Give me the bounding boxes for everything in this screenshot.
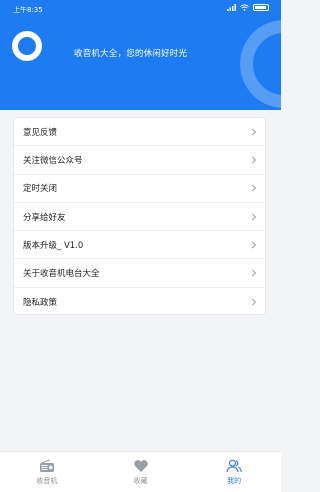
tab-label: 收藏 xyxy=(133,477,148,485)
menu-item-label: 分享给好友 xyxy=(23,212,66,223)
menu-item-label: 意见反馈 xyxy=(23,127,58,138)
profile-header: 上午8:35 收音机大全，您的休闲好时光 xyxy=(0,0,281,110)
tab-label: 收音机 xyxy=(36,477,58,485)
chevron-right-icon xyxy=(248,128,257,136)
chevron-right-icon xyxy=(248,212,257,221)
radio-icon xyxy=(39,458,55,472)
menu-item-share[interactable]: 分享给好友 xyxy=(14,203,265,232)
app-logo-icon xyxy=(12,31,42,61)
menu-item-version-upgrade[interactable]: 版本升级_ V1.0 xyxy=(14,231,265,260)
menu-item-follow-wechat[interactable]: 关注微信公众号 xyxy=(14,146,265,175)
menu-item-about[interactable]: 关于收音机电台大全 xyxy=(14,259,265,288)
signal-icon xyxy=(227,4,236,11)
menu-item-feedback[interactable]: 意见反馈 xyxy=(14,118,265,147)
tab-radio[interactable]: 收音机 xyxy=(0,452,94,492)
header-slogan: 收音机大全，您的休闲好时光 xyxy=(74,49,188,59)
tab-mine[interactable]: 我的 xyxy=(187,452,281,492)
chevron-right-icon xyxy=(248,241,257,249)
tab-label: 我的 xyxy=(227,477,242,485)
menu-item-label: 隐私政策 xyxy=(23,297,58,308)
status-time: 上午8:35 xyxy=(13,6,43,14)
menu-item-label: 定时关闭 xyxy=(23,184,58,195)
decorative-ring xyxy=(240,20,281,108)
chevron-right-icon xyxy=(248,269,257,277)
status-icons xyxy=(227,4,269,11)
menu-item-label: 版本升级_ V1.0 xyxy=(23,240,84,251)
settings-menu: 意见反馈 关注微信公众号 定时关闭 分享给好友 版本升级_ V1.0 关于收音机… xyxy=(13,117,266,315)
menu-item-label: 关于收音机电台大全 xyxy=(23,269,100,280)
tab-favorites[interactable]: 收藏 xyxy=(94,452,188,492)
app-screen: 上午8:35 收音机大全，您的休闲好时光 意见反馈 关注微信公众号 定时关闭 分… xyxy=(0,0,281,492)
chevron-right-icon xyxy=(248,184,257,192)
menu-item-sleep-timer[interactable]: 定时关闭 xyxy=(14,175,265,203)
wifi-icon xyxy=(240,4,249,11)
menu-item-privacy-policy[interactable]: 隐私政策 xyxy=(14,288,265,316)
chevron-right-icon xyxy=(248,156,257,164)
status-bar: 上午8:35 xyxy=(0,0,281,18)
heart-icon xyxy=(133,458,149,472)
chevron-right-icon xyxy=(248,298,257,306)
bottom-tab-bar: 收音机 收藏 我的 xyxy=(0,451,281,492)
user-icon xyxy=(226,458,243,473)
battery-icon xyxy=(253,4,269,11)
menu-item-label: 关注微信公众号 xyxy=(23,155,83,166)
